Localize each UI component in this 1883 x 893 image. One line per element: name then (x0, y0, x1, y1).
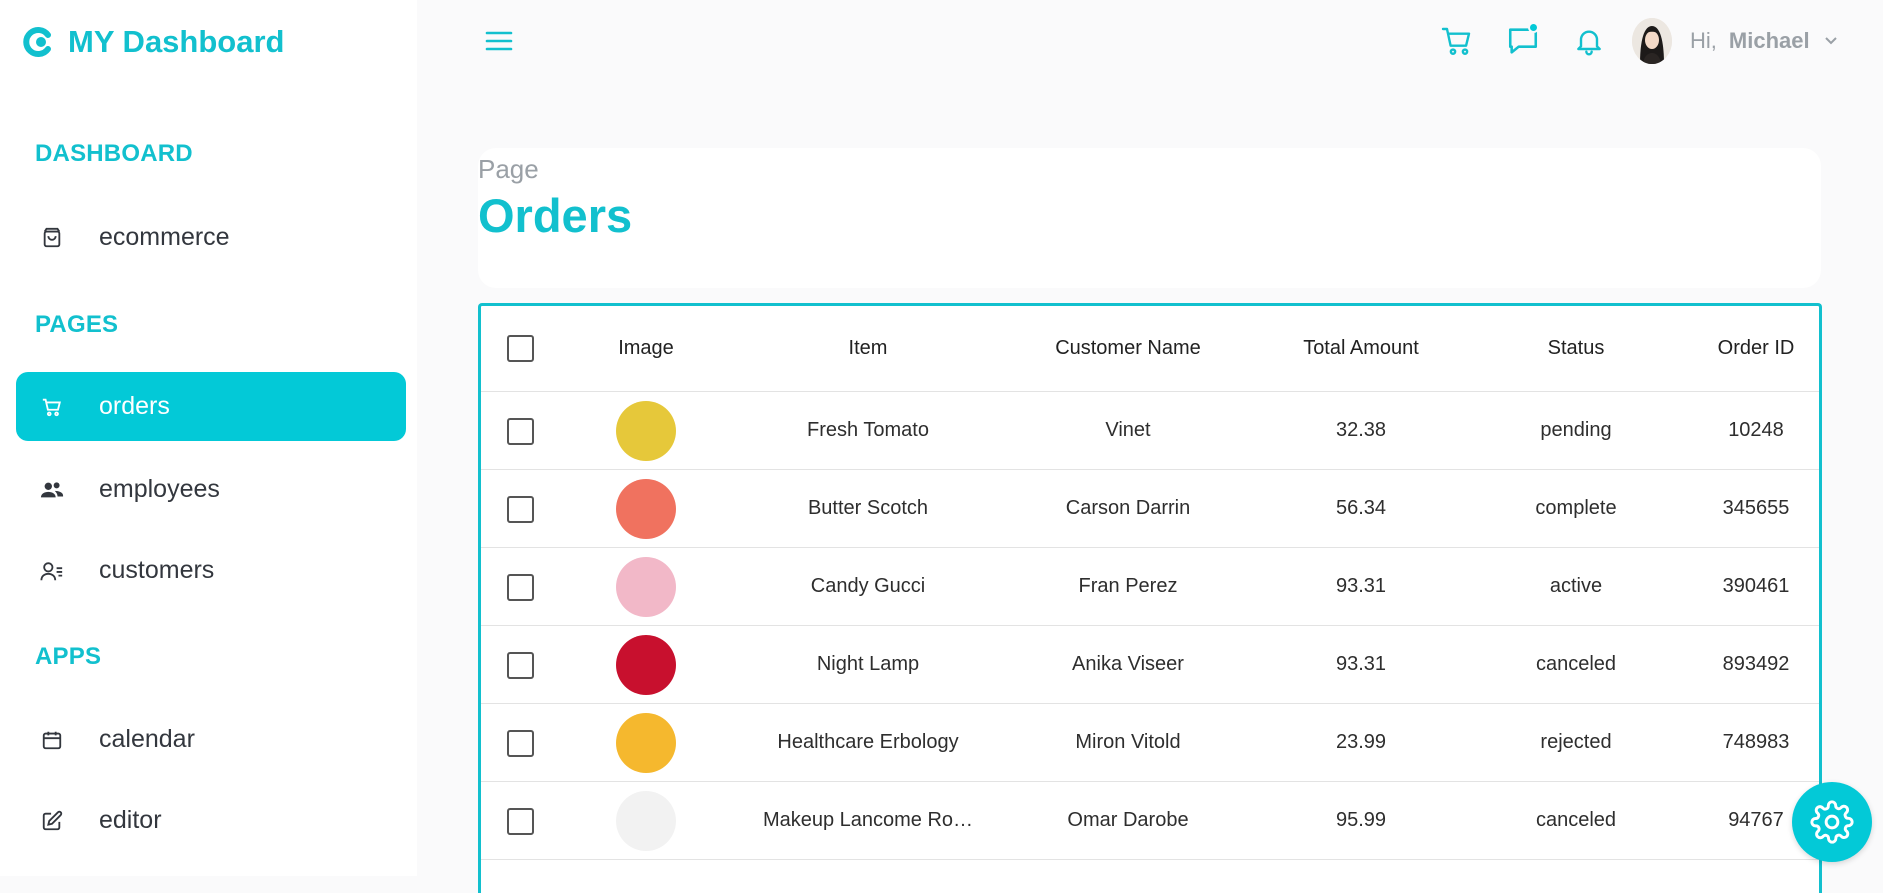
order-id-cell: 748983 (1722, 731, 1790, 753)
cart-icon (39, 394, 65, 420)
table-row[interactable]: Butter Scotch Carson Darrin 56.34 complete 3… (481, 470, 1819, 548)
sidebar-item-orders[interactable]: orders (16, 372, 406, 441)
greeting-text: Hi, (1690, 28, 1717, 53)
brand-logo-link[interactable]: MY Dashboard (22, 22, 284, 62)
order-id-cell: 345655 (1722, 497, 1790, 519)
row-checkbox[interactable] (507, 652, 534, 679)
customer-name-cell: Carson Darrin (1065, 497, 1191, 519)
calendar-icon (39, 727, 65, 753)
orders-table: Image Item Customer Name Total Amount St… (478, 303, 1822, 893)
column-header-total-amount[interactable]: Total Amount (1231, 337, 1491, 360)
shopping-bag-icon (39, 225, 65, 251)
row-checkbox[interactable] (507, 730, 534, 757)
table-row[interactable]: Fresh Tomato Vinet 32.38 pending 10248 (481, 392, 1819, 470)
section-title-apps: APPS (35, 643, 102, 670)
chat-button[interactable] (1504, 22, 1542, 60)
menu-toggle-button[interactable] (482, 26, 516, 56)
item-cell: Candy Gucci (810, 575, 926, 597)
sidebar-item-label: customers (99, 556, 215, 584)
brand-name: MY Dashboard (68, 24, 285, 59)
total-amount-cell: 93.31 (1335, 575, 1387, 597)
item-cell: Healthcare Erbology (777, 731, 959, 753)
sidebar-item-editor[interactable]: editor (16, 786, 406, 855)
table-row[interactable]: Makeup Lancome Ro… Omar Darobe 95.99 cancel… (481, 782, 1819, 860)
row-checkbox[interactable] (507, 418, 534, 445)
sidebar-item-calendar[interactable]: calendar (16, 705, 406, 774)
total-amount-cell: 93.31 (1335, 653, 1387, 675)
total-amount-cell: 56.34 (1335, 497, 1387, 519)
product-thumbnail (616, 713, 676, 773)
user-name: Michael (1728, 28, 1810, 53)
sidebar: MY Dashboard DASHBOARD ecommerce PAGES o… (0, 0, 417, 876)
item-cell: Fresh Tomato (807, 419, 929, 441)
total-amount-cell: 23.99 (1335, 731, 1387, 753)
sidebar-item-customers[interactable]: customers (16, 536, 406, 605)
product-thumbnail (616, 791, 676, 851)
customer-name-cell: Vinet (1105, 419, 1151, 441)
column-header-customer-name[interactable]: Customer Name (1008, 337, 1248, 360)
user-profile-menu[interactable]: Hi, Michael (1632, 16, 1838, 66)
notifications-button[interactable] (1570, 22, 1608, 60)
customer-name-cell: Omar Darobe (1067, 809, 1189, 831)
cart-icon (1441, 27, 1471, 55)
item-cell: Butter Scotch (807, 497, 929, 519)
avatar (1632, 18, 1672, 64)
hamburger-icon (485, 31, 513, 51)
row-checkbox[interactable] (507, 574, 534, 601)
edit-icon (39, 808, 65, 834)
customer-name-cell: Anika Viseer (1072, 653, 1184, 675)
section-title-pages: PAGES (35, 311, 119, 338)
table-row[interactable]: Candy Gucci Fran Perez 93.31 active 390461 (481, 548, 1819, 626)
product-thumbnail (616, 401, 676, 461)
sidebar-item-label: orders (99, 392, 170, 420)
table-row[interactable]: Night Lamp Anika Viseer 93.31 canceled 89349… (481, 626, 1819, 704)
section-title-dashboard: DASHBOARD (35, 140, 193, 167)
users-icon (39, 477, 65, 503)
total-amount-cell: 32.38 (1335, 419, 1387, 441)
customers-icon (39, 558, 65, 584)
sidebar-item-label: editor (99, 806, 162, 834)
customer-name-cell: Fran Perez (1078, 575, 1178, 597)
page-title: Orders (478, 189, 633, 242)
product-thumbnail (616, 479, 676, 539)
row-checkbox[interactable] (507, 496, 534, 523)
table-header-row: Image Item Customer Name Total Amount St… (481, 306, 1819, 392)
page-header-card (478, 148, 1821, 288)
order-id-cell: 893492 (1722, 653, 1790, 675)
bell-icon (1577, 30, 1601, 56)
select-all-checkbox[interactable] (507, 335, 534, 362)
column-header-order-id[interactable]: Order ID (1616, 337, 1819, 360)
cart-button[interactable] (1438, 22, 1476, 60)
sidebar-item-label: calendar (99, 725, 195, 753)
order-id-cell: 390461 (1722, 575, 1790, 597)
chevron-down-icon (1824, 34, 1838, 48)
product-thumbnail (616, 635, 676, 695)
column-header-item[interactable]: Item (748, 337, 988, 360)
sidebar-item-employees[interactable]: employees (16, 455, 406, 524)
row-checkbox[interactable] (507, 808, 534, 835)
page-subtitle: Page (478, 154, 539, 184)
column-header-image[interactable]: Image (601, 337, 691, 360)
customer-name-cell: Miron Vitold (1075, 731, 1181, 753)
settings-button[interactable] (1792, 782, 1872, 862)
sidebar-item-label: ecommerce (99, 223, 230, 251)
table-row[interactable]: Healthcare Erbology Miron Vitold 23.99 reje… (481, 704, 1819, 782)
sidebar-item-ecommerce[interactable]: ecommerce (16, 203, 406, 272)
total-amount-cell: 95.99 (1335, 809, 1387, 831)
gear-icon (1810, 800, 1854, 844)
product-thumbnail (616, 557, 676, 617)
logo-icon (23, 27, 51, 57)
item-cell: Makeup Lancome Ro… (762, 809, 974, 831)
item-cell: Night Lamp (816, 653, 920, 675)
notification-dot (1528, 22, 1539, 33)
order-id-cell: 10248 (1728, 419, 1784, 441)
sidebar-item-label: employees (99, 475, 220, 503)
